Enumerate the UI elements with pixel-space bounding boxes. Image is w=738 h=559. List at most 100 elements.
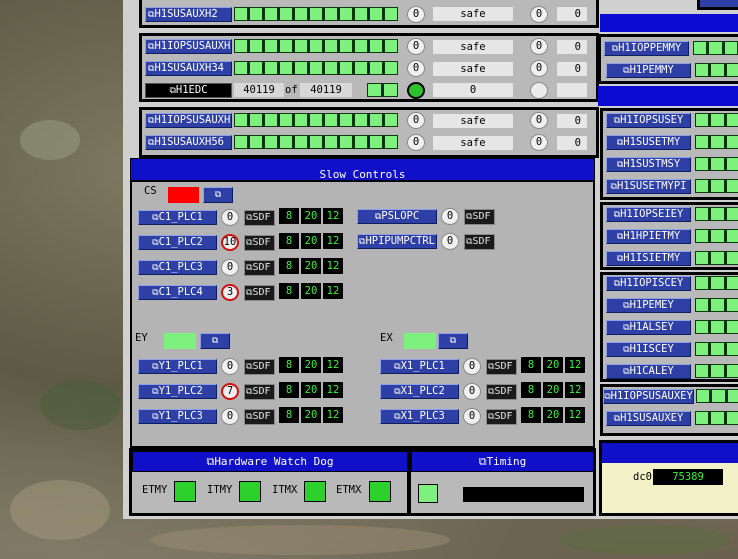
edc-bar [367,83,398,97]
sdf-button[interactable]: ⧉SDF [244,384,275,400]
sdf-label: SDF [472,211,491,222]
button-label: C1_PLC1 [158,211,203,223]
sdf-button[interactable]: ⧉SDF [244,359,275,375]
right-button[interactable]: ⧉H1ALSEY [606,320,691,335]
button-label: H1SUSTMSY [623,158,681,170]
sdf-button[interactable]: ⧉SDF [244,409,275,425]
count-circle: 3 [221,284,239,301]
right-button[interactable]: ⧉H1IOPSUSAUXEY [603,389,694,404]
right-button[interactable]: ⧉H1SUSETMYPI [606,179,691,194]
sdf-button[interactable]: ⧉SDF [464,209,495,225]
right-button[interactable]: ⧉H1SUSTMSY [606,157,691,172]
cs-open-button[interactable]: ⧉ [203,187,233,203]
counter-n1: 8 [521,407,541,423]
status-bar [695,157,738,171]
sdf-button[interactable]: ⧉SDF [244,285,275,301]
right-button[interactable]: ⧉H1HPIETMY [606,229,691,244]
sdf-button[interactable]: ⧉SDF [486,359,517,375]
right-button[interactable]: ⧉H1IOPSUSEY [606,113,691,128]
sdf-button[interactable]: ⧉SDF [464,234,495,250]
status-bar [695,179,738,193]
watchdog-title: Hardware Watch Dog [214,455,334,468]
plc-button[interactable]: ⧉C1_PLC4 [138,285,217,300]
dc0-value: 75389 [653,469,723,485]
button-edc[interactable]: ⧉H1EDC [145,83,232,98]
button-label: H1SUSAUXH2 [154,8,218,20]
sdf-label: SDF [252,361,271,372]
timing-header[interactable]: ⧉Timing [411,451,594,472]
sdf-button[interactable]: ⧉SDF [486,409,517,425]
button-label: H1ISCEY [629,343,674,355]
status-bar [695,411,738,425]
button-label: H1IOPPEMMY [618,42,682,54]
button-row1[interactable]: ⧉H1SUSAUXH2 [145,7,232,22]
button-label: C1_PLC2 [158,236,203,248]
count-circle: 0 [407,38,425,55]
plc-button[interactable]: ⧉HPIPUMPCTRL [357,234,437,249]
value-field: 0 [557,114,587,128]
count-circle: 0 [530,38,548,55]
right-button[interactable]: ⧉H1IOPISCEY [606,276,691,291]
window-icon: ⧉ [211,336,219,346]
plc-button[interactable]: ⧉PSLOPC [357,209,437,224]
button-label: Y1_PLC2 [158,385,203,397]
right-button[interactable]: ⧉H1ISCEY [606,342,691,357]
sdf-label: SDF [252,212,271,223]
sdf-label: SDF [252,386,271,397]
right-button[interactable]: ⧉H1PEMMY [606,63,691,78]
ey-indicator [164,333,196,349]
right-button[interactable]: ⧉H1IOPPEMMY [604,41,689,56]
window-icon: ⧉ [449,336,457,346]
cs-indicator [168,187,199,203]
counter-n2: 20 [301,258,321,274]
counter-n1: 8 [279,407,299,423]
button-susauxh56[interactable]: ⧉H1SUSAUXH56 [145,135,232,150]
edc-status: 0 [433,83,513,97]
button-label: H1ISIETMY [623,252,681,264]
button-label: H1SUSETMY [623,136,681,148]
sdf-button[interactable]: ⧉SDF [244,235,275,251]
status-bar [695,135,738,149]
plc-button[interactable]: ⧉X1_PLC3 [380,409,459,424]
button-label: H1IOPSUSAUXH34 [154,40,231,52]
button-label: HPIPUMPCTRL [365,235,435,247]
right-button[interactable]: ⧉H1SUSAUXEY [606,411,691,426]
sdf-label: SDF [472,236,491,247]
plc-button[interactable]: ⧉Y1_PLC2 [138,384,217,399]
status-bar [695,113,738,127]
ey-open-button[interactable]: ⧉ [200,333,230,349]
button-susauxh34[interactable]: ⧉H1SUSAUXH34 [145,61,232,76]
plc-button[interactable]: ⧉Y1_PLC1 [138,359,217,374]
right-button[interactable]: ⧉H1ISIETMY [606,251,691,266]
sdf-button[interactable]: ⧉SDF [244,210,275,226]
plc-button[interactable]: ⧉X1_PLC2 [380,384,459,399]
button-iopsusauxh56[interactable]: ⧉H1IOPSUSAUXH56 [145,113,232,128]
sdf-button[interactable]: ⧉SDF [486,384,517,400]
plc-button[interactable]: ⧉C1_PLC1 [138,210,217,225]
ey-label: EY [135,332,148,344]
plc-button[interactable]: ⧉C1_PLC3 [138,260,217,275]
button-iopsusauxh34[interactable]: ⧉H1IOPSUSAUXH34 [145,39,232,54]
button-label: Y1_PLC3 [158,410,203,422]
window-icon: ⧉ [214,190,222,200]
sdf-button[interactable]: ⧉SDF [244,260,275,276]
ex-open-button[interactable]: ⧉ [438,333,468,349]
right-button[interactable]: ⧉H1SUSETMY [606,135,691,150]
count-circle: 0 [407,112,425,129]
right-button[interactable]: ⧉H1PEMEY [606,298,691,313]
blank-field [557,83,587,97]
count-circle: 0 [441,208,459,225]
right-button[interactable]: ⧉H1IOPSEIEY [606,207,691,222]
button-label: Y1_PLC1 [158,360,203,372]
sdf-label: SDF [494,386,513,397]
right-button[interactable]: ⧉H1CALEY [606,364,691,379]
status-bar [695,229,738,243]
button-label: H1SUSAUXH56 [154,136,224,148]
counter-n3: 12 [323,233,343,249]
watchdog-header[interactable]: ⧉Hardware Watch Dog [132,451,408,472]
plc-button[interactable]: ⧉Y1_PLC3 [138,409,217,424]
plc-button[interactable]: ⧉C1_PLC2 [138,235,217,250]
counter-n1: 8 [279,283,299,299]
watchdog-indicator [239,481,261,502]
plc-button[interactable]: ⧉X1_PLC1 [380,359,459,374]
